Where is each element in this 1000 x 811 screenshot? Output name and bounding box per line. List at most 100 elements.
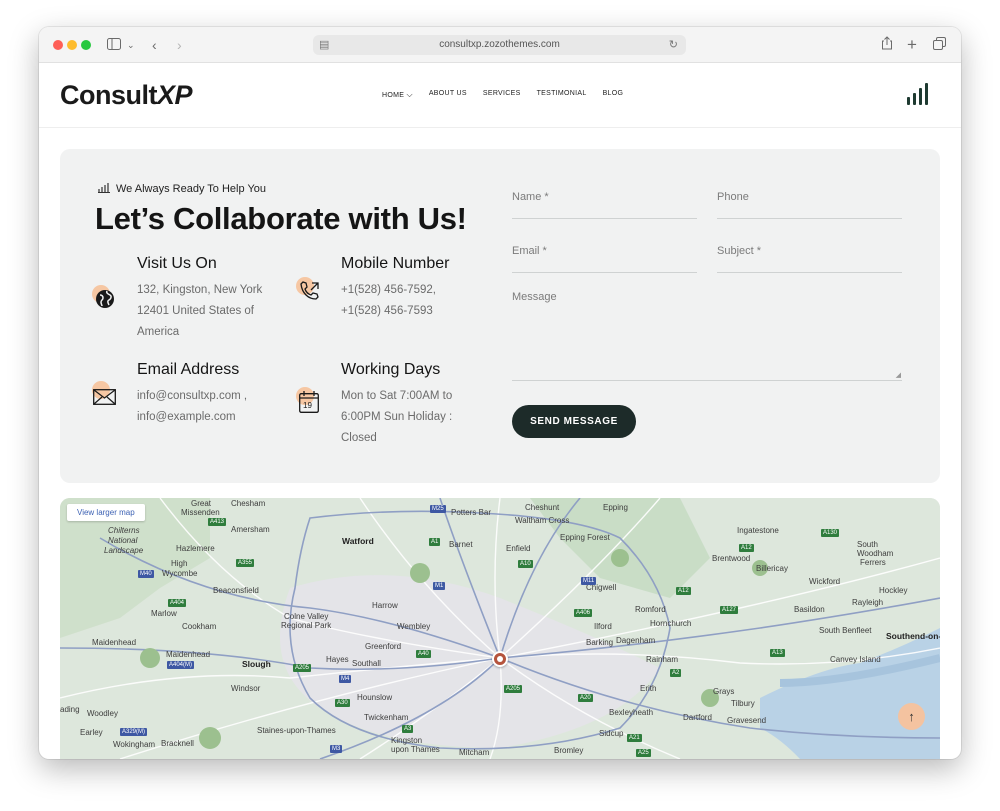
signal-bars-icon[interactable] xyxy=(907,83,929,105)
map-place-label: South xyxy=(857,540,878,549)
road-label: A2 xyxy=(670,669,682,677)
map-place-label: Barking xyxy=(586,638,614,647)
phone-field[interactable]: Phone xyxy=(717,191,902,219)
hours-line: Mon to Sat 7:00AM to xyxy=(341,390,453,402)
road-label: A205 xyxy=(504,685,523,693)
map-place-label: Erith xyxy=(640,684,657,693)
calendar-icon: 19 xyxy=(296,387,322,413)
close-window-button[interactable] xyxy=(53,40,63,50)
nav-item-blog[interactable]: BLOG xyxy=(603,90,624,100)
map-place-label: Colne Valley xyxy=(284,612,329,621)
map-place-label: Potters Bar xyxy=(451,508,492,517)
map-place-label: Basildon xyxy=(794,605,825,614)
reload-icon[interactable]: ↻ xyxy=(669,35,678,55)
map-place-label: High xyxy=(171,559,188,568)
map-place-label: Missenden xyxy=(181,508,220,517)
share-icon[interactable] xyxy=(881,36,893,54)
plus-icon[interactable]: + xyxy=(907,36,917,54)
map-place-label: Wembley xyxy=(397,622,431,631)
map-place-label: Hazlemere xyxy=(176,544,215,553)
map-place-label: Kingston xyxy=(391,736,423,745)
email-address[interactable]: info@consultxp.com , xyxy=(137,386,312,407)
chevron-right-icon[interactable]: › xyxy=(177,36,182,54)
subject-field[interactable]: Subject * xyxy=(717,245,902,273)
chevron-left-icon[interactable]: ‹ xyxy=(152,36,157,54)
road-label: A10 xyxy=(518,560,533,568)
map-place-label: Woodley xyxy=(87,709,118,718)
minimize-window-button[interactable] xyxy=(67,40,77,50)
contact-title: Let’s Collaborate with Us! xyxy=(95,201,467,236)
main-nav: HOME ⌵ ABOUT US SERVICES TESTIMONIAL BLO… xyxy=(382,90,623,100)
map-place-label: Waltham Cross xyxy=(515,516,570,525)
tagline: We Always Ready To Help You xyxy=(98,182,266,196)
nav-item-testimonial[interactable]: TESTIMONIAL xyxy=(537,90,587,100)
address-text: consultxp.zozothemes.com xyxy=(439,39,560,50)
map-place-label: Amersham xyxy=(231,525,270,534)
map-place-label: Watford xyxy=(342,536,374,546)
zoom-window-button[interactable] xyxy=(81,40,91,50)
map-place-label: Canvey Island xyxy=(830,655,881,664)
view-larger-map-link[interactable]: View larger map xyxy=(67,504,145,521)
map-place-label: Cheshunt xyxy=(525,503,560,512)
site-logo[interactable]: ConsultXP xyxy=(60,80,193,111)
map-place-label: Regional Park xyxy=(281,621,332,630)
road-label: A40 xyxy=(416,650,431,658)
map-place-label: Hornchurch xyxy=(650,619,692,628)
map-place-label: Southall xyxy=(352,659,381,668)
road-label: M3 xyxy=(330,745,343,753)
map-place-label: Dagenham xyxy=(616,636,656,645)
map-place-label: Sidcup xyxy=(599,729,624,738)
road-label: A1 xyxy=(429,538,441,546)
map-place-label: ading xyxy=(60,705,80,714)
map-place-label: Epping Forest xyxy=(560,533,610,542)
map-place-label: National xyxy=(108,536,138,545)
chevron-down-icon[interactable]: ⌄ xyxy=(127,36,135,54)
map-place-label: Bexleyheath xyxy=(609,708,654,717)
map-place-label: Hayes xyxy=(326,655,349,664)
map-place-label: Mitcham xyxy=(459,748,490,757)
road-label: A406 xyxy=(574,609,593,617)
site-header: ConsultXP HOME ⌵ ABOUT US SERVICES TESTI… xyxy=(39,63,961,128)
email-address[interactable]: info@example.com xyxy=(137,407,312,428)
map-place-label: upon Thames xyxy=(391,745,440,754)
phone-number[interactable]: +1(528) 456-7593 xyxy=(341,301,516,322)
map-place-label: Billericay xyxy=(756,564,789,573)
map-place-label: Grays xyxy=(713,687,735,696)
map-place-label: Marlow xyxy=(151,609,177,618)
map-embed[interactable]: View larger map Great Chesham Missenden … xyxy=(60,498,940,759)
tagline-text: We Always Ready To Help You xyxy=(116,183,267,195)
nav-item-about-us[interactable]: ABOUT US xyxy=(429,90,467,100)
page-settings-icon[interactable]: ▤ xyxy=(319,35,329,55)
map-place-label: Enfield xyxy=(506,544,531,553)
phone-number[interactable]: +1(528) 456-7592, xyxy=(341,280,516,301)
map-place-label: Hockley xyxy=(879,586,908,595)
road-label: A20 xyxy=(578,694,593,702)
map-place-label: Barnet xyxy=(449,540,473,549)
road-label: M25 xyxy=(430,505,446,513)
map-place-label: Wycombe xyxy=(162,569,198,578)
nav-item-services[interactable]: SERVICES xyxy=(483,90,521,100)
tabs-icon[interactable] xyxy=(933,36,946,54)
sidebar-icon[interactable] xyxy=(107,36,121,54)
address-bar[interactable]: ▤ consultxp.zozothemes.com ↻ xyxy=(313,35,686,55)
arrow-up-icon[interactable]: ↑ xyxy=(898,703,925,730)
location-pin-icon[interactable] xyxy=(492,651,508,667)
name-field[interactable]: Name * xyxy=(512,191,697,219)
email-field[interactable]: Email * xyxy=(512,245,697,273)
road-label: A25 xyxy=(636,749,651,757)
road-label: A355 xyxy=(236,559,255,567)
map-place-label: Ilford xyxy=(594,622,612,631)
road-label: M4 xyxy=(339,675,352,683)
message-field[interactable]: Message ◢ xyxy=(512,291,902,381)
nav-item-home[interactable]: HOME ⌵ xyxy=(382,90,413,100)
send-message-button[interactable]: SEND MESSAGE xyxy=(512,405,636,438)
road-label: A127 xyxy=(720,606,739,614)
hours-line: Closed xyxy=(341,432,377,444)
road-label: A30 xyxy=(335,699,350,707)
map-place-label: Gravesend xyxy=(727,716,767,725)
road-label: M40 xyxy=(138,570,154,578)
map-place-label: Maidenhead xyxy=(92,638,137,647)
map-place-label: Bracknell xyxy=(161,739,194,748)
resize-handle-icon[interactable]: ◢ xyxy=(896,371,901,379)
phone-icon xyxy=(296,277,322,303)
